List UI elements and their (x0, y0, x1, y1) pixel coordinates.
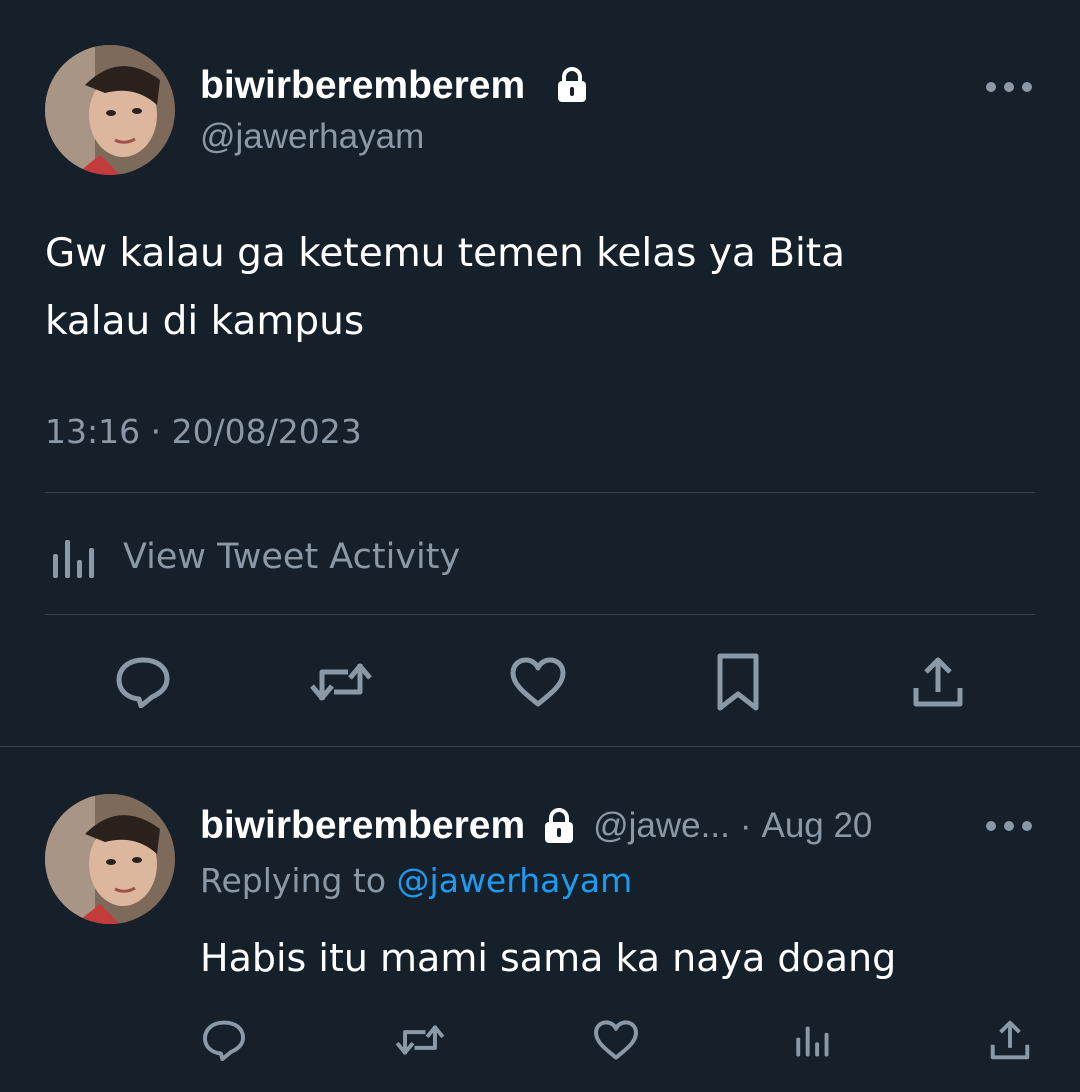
reply-button[interactable] (196, 1012, 252, 1068)
lock-icon (556, 67, 588, 107)
share-icon (913, 657, 963, 707)
display-name[interactable]: biwirberemberem (200, 64, 525, 108)
replying-to: Replying to @jawerhayam (200, 861, 632, 900)
bookmark-icon (717, 653, 759, 711)
reply-date[interactable]: Aug 20 (761, 806, 872, 846)
section-divider (0, 746, 1080, 747)
view-activity-label: View Tweet Activity (123, 537, 461, 577)
profile-photo-icon (45, 794, 175, 924)
like-button[interactable] (500, 650, 576, 714)
view-activity-button[interactable]: View Tweet Activity (45, 532, 460, 582)
reply-button[interactable] (105, 650, 181, 714)
lock-icon (545, 808, 574, 843)
divider (45, 492, 1035, 493)
retweet-icon (310, 663, 372, 701)
reply-header: biwirberemberem @jawe... · Aug 20 (200, 802, 872, 850)
more-dots-icon[interactable] (986, 82, 1032, 92)
analytics-icon (53, 540, 94, 578)
analytics-icon (796, 1026, 829, 1057)
tweet-text-line: kalau di kampus (45, 299, 365, 344)
retweet-button[interactable] (303, 650, 379, 714)
replying-to-link[interactable]: @jawerhayam (397, 861, 633, 900)
tweet-timestamp[interactable]: 13:16 · 20/08/2023 (45, 412, 362, 451)
like-button[interactable] (588, 1012, 644, 1068)
separator-dot: · (739, 806, 752, 845)
share-button[interactable] (900, 650, 976, 714)
display-name[interactable]: biwirberemberem (200, 804, 525, 848)
avatar[interactable] (45, 794, 175, 924)
share-button[interactable] (982, 1012, 1038, 1068)
like-icon (510, 657, 566, 707)
like-icon (594, 1020, 638, 1060)
replying-to-label: Replying to (200, 861, 387, 900)
bookmark-button[interactable] (700, 650, 776, 714)
analytics-button[interactable] (784, 1012, 840, 1068)
reply-icon (202, 1020, 246, 1061)
user-handle[interactable]: @jawerhayam (200, 117, 424, 157)
avatar[interactable] (45, 45, 175, 175)
tweet-text: Gw kalau ga ketemu temen kelas ya Bita k… (45, 220, 1025, 356)
reply-text: Habis itu mami sama ka naya doang (200, 936, 897, 980)
tweet-text-line: Gw kalau ga ketemu temen kelas ya Bita (45, 231, 845, 276)
profile-photo-icon (45, 45, 175, 175)
more-dots-icon[interactable] (986, 821, 1032, 831)
retweet-button[interactable] (392, 1012, 448, 1068)
share-icon (990, 1020, 1030, 1060)
divider (45, 614, 1035, 615)
reply-icon (116, 657, 170, 708)
retweet-icon (395, 1025, 445, 1055)
user-handle[interactable]: @jawe... (593, 806, 730, 846)
